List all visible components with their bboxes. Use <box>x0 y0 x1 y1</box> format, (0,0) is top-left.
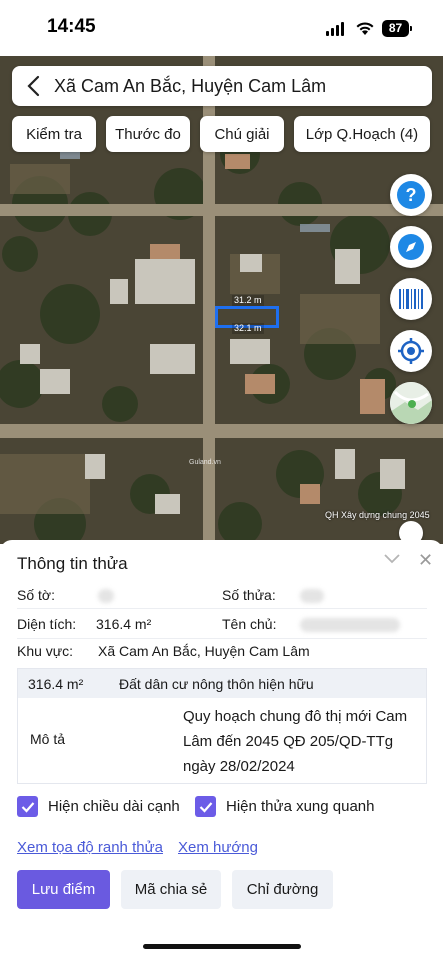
locate-icon <box>398 338 424 364</box>
barcode-icon <box>399 289 423 309</box>
planning-layer-label: QH Xây dựng chung 2045 <box>325 510 430 520</box>
checkbox-checked-icon <box>195 796 216 817</box>
so-thua-value-redacted <box>300 589 324 603</box>
share-code-button[interactable]: Mã chia sẻ <box>121 870 221 909</box>
measure-bottom-label: 32.1 m <box>232 323 264 334</box>
divider <box>17 608 427 609</box>
compass-icon <box>398 234 424 260</box>
directions-button[interactable]: Chỉ đường <box>232 870 333 909</box>
zoning-card: 316.4 m² Đất dân cư nông thôn hiện hữu M… <box>17 668 427 784</box>
so-to-label: Số tờ: <box>17 587 55 603</box>
ten-chu-label: Tên chủ: <box>222 616 277 632</box>
map-toolbar: Kiểm tra Thước đo Chú giải Lớp Q.Hoạch (… <box>12 116 430 152</box>
mo-ta-line-2: Lâm đến 2045 QĐ 205/QD-TTg <box>183 733 394 750</box>
show-edge-length-checkbox[interactable]: Hiện chiều dài cạnh <box>17 796 180 817</box>
legend-button[interactable]: Chú giải <box>200 116 284 152</box>
checkbox-label: Hiện chiều dài cạnh <box>48 798 180 815</box>
map-layers-icon <box>390 382 432 424</box>
back-button[interactable] <box>12 66 54 106</box>
zone-type: Đất dân cư nông thôn hiện hữu <box>119 676 314 692</box>
zone-area: 316.4 m² <box>28 676 84 692</box>
so-to-value-redacted <box>98 589 114 603</box>
help-icon: ? <box>397 181 425 209</box>
zoning-card-header: 316.4 m² Đất dân cư nông thôn hiện hữu <box>18 669 426 698</box>
map-logo: Guland.vn <box>189 459 221 466</box>
so-thua-label: Số thửa: <box>222 587 276 603</box>
close-icon[interactable]: ✕ <box>418 550 433 571</box>
checkbox-checked-icon <box>17 796 38 817</box>
search-bar[interactable]: Xã Cam An Bắc, Huyện Cam Lâm <box>12 66 432 106</box>
view-boundary-coordinates-link[interactable]: Xem tọa độ ranh thửa <box>17 839 163 856</box>
location-title: Xã Cam An Bắc, Huyện Cam Lâm <box>54 75 327 96</box>
mo-ta-label: Mô tả <box>30 731 66 747</box>
dien-tich-value: 316.4 m² <box>96 616 152 632</box>
chevron-down-icon[interactable] <box>384 554 400 564</box>
save-point-button[interactable]: Lưu điểm <box>17 870 110 909</box>
mo-ta-line-3: ngày 28/02/2024 <box>183 758 295 775</box>
cellular-signal-icon <box>326 22 344 36</box>
battery-icon: 87 <box>382 20 412 37</box>
parcel-info-sheet: Thông tin thửa ✕ Số tờ: Số thửa: Diện tí… <box>0 540 443 959</box>
mo-ta-line-1: Quy hoạch chung đô thị mới Cam <box>183 708 408 725</box>
compass-button[interactable] <box>390 226 432 268</box>
wifi-icon <box>356 22 374 35</box>
divider <box>17 638 427 639</box>
view-direction-link[interactable]: Xem hướng <box>178 839 258 856</box>
barcode-button[interactable] <box>390 278 432 320</box>
measure-top-label: 31.2 m <box>232 295 264 306</box>
planning-layers-button[interactable]: Lớp Q.Hoạch (4) <box>294 116 430 152</box>
khu-vuc-value: Xã Cam An Bắc, Huyện Cam Lâm <box>98 643 310 659</box>
sheet-title: Thông tin thửa <box>17 554 128 573</box>
status-time: 14:45 <box>47 16 96 37</box>
khu-vuc-label: Khu vực: <box>17 643 74 659</box>
parcel-outline: 31.2 m 32.1 m <box>215 295 279 334</box>
locate-button[interactable] <box>390 330 432 372</box>
show-adjacent-parcels-checkbox[interactable]: Hiện thửa xung quanh <box>195 796 374 817</box>
chevron-left-icon <box>27 75 40 97</box>
ten-chu-value-redacted <box>300 618 400 632</box>
zoning-card-body: Mô tả Quy hoạch chung đô thị mới Cam Lâm… <box>18 698 426 783</box>
ruler-button[interactable]: Thước đo <box>106 116 190 152</box>
checkbox-label: Hiện thửa xung quanh <box>226 798 375 815</box>
satellite-map[interactable]: Xã Cam An Bắc, Huyện Cam Lâm Kiểm tra Th… <box>0 54 443 544</box>
dien-tich-label: Diện tích: <box>17 616 77 632</box>
check-button[interactable]: Kiểm tra <box>12 116 96 152</box>
status-bar: 14:45 87 <box>0 0 443 56</box>
home-indicator[interactable] <box>143 944 301 949</box>
map-type-button[interactable] <box>390 382 432 424</box>
help-button[interactable]: ? <box>390 174 432 216</box>
svg-text:?: ? <box>406 185 417 205</box>
